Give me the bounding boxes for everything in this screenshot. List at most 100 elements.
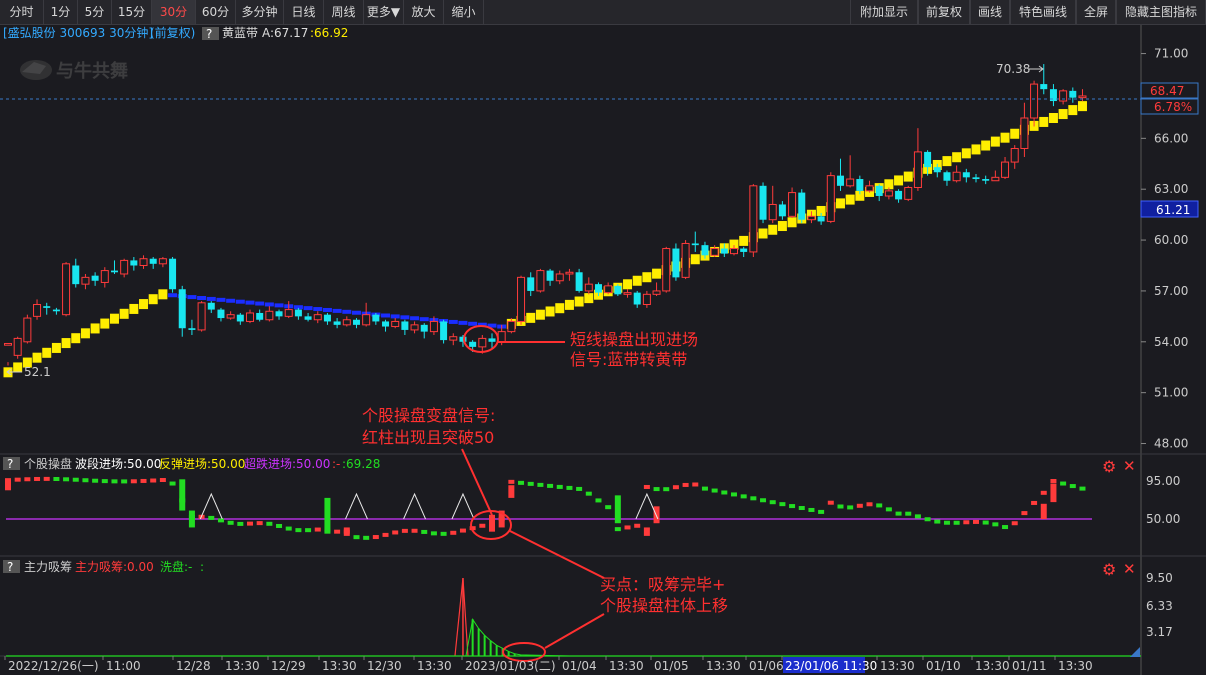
band-seg [61,338,71,349]
xtick-12: 13:30 [706,659,741,673]
band-seg [952,152,962,163]
toolbar-btn-4[interactable]: 30分 [152,0,196,24]
toolbar-right-btn-3[interactable]: 特色画线 [1010,0,1076,24]
candle-body [236,314,244,322]
osc-dot [605,505,612,510]
osc-dot [982,520,989,525]
osc-dot [779,502,786,507]
toolbar-btn-8[interactable]: 周线 [324,0,364,24]
osc-dot [256,521,263,526]
toolbar-btn-1[interactable]: 1分 [44,0,78,24]
candle-body [884,190,893,197]
osc-dot [856,503,863,508]
toolbar-btn-9[interactable]: 更多▼ [364,0,404,24]
osc-dot [769,500,776,505]
candle-body [158,258,167,265]
candle-body [642,293,651,305]
candle-body [555,273,564,282]
candle-body [178,289,186,329]
sub2-gear-icon[interactable]: ⚙ [1102,560,1116,579]
candle-body [440,321,448,341]
change-pct-tag: 6.78% [1154,100,1192,114]
osc-dot [140,478,147,483]
xtick-6: 12/30 [367,659,402,673]
sub1-ytick-50: 50.00 [1146,512,1180,526]
toolbar-btn-5[interactable]: 60分 [196,0,236,24]
osc-dot [943,520,950,525]
toolbar-right-btn-0[interactable]: 附加显示 [850,0,918,24]
osc-dot [818,509,825,514]
osc-dot [701,486,708,491]
toolbar-btn-3[interactable]: 15分 [112,0,152,24]
candle-body [730,248,738,255]
band-seg [410,316,420,321]
toolbar-right-btn-4[interactable]: 全屏 [1076,0,1116,24]
indicator-name: 黄蓝带 [222,26,258,40]
osc-dot [508,479,515,484]
osc-dot [740,494,747,499]
toolbar-btn-11[interactable]: 缩小 [444,0,484,24]
sub1-gear-icon[interactable]: ⚙ [1102,457,1116,476]
candle-body [120,259,129,275]
ytick-0: 71.00 [1154,47,1188,61]
band-seg [235,299,245,304]
toolbar-right-btn-2[interactable]: 画线 [970,0,1010,24]
sub2-close-icon[interactable]: ✕ [1123,560,1136,578]
xtick-9: 01/04 [562,659,597,673]
toolbar-btn-6[interactable]: 多分钟 [236,0,284,24]
osc-dot [750,496,757,501]
candle-body [652,290,661,295]
band-seg [129,303,139,314]
band-seg [303,306,313,311]
osc-dot [392,530,399,535]
sub2-help-icon[interactable]: ? [7,560,13,574]
candle-body [23,317,32,343]
osc-dot [895,511,902,516]
toolbar-btn-7[interactable]: 日线 [284,0,324,24]
sub1-help-icon[interactable]: ? [7,457,13,471]
xtick-19: 13:30 [1058,659,1093,673]
band-seg [90,323,100,334]
band-seg [787,217,797,228]
xtick-17: 13:30 [975,659,1010,673]
osc-dot [556,484,563,489]
osc-dot [82,478,89,483]
toolbar-btn-0[interactable]: 分时 [0,0,44,24]
band-seg [158,289,168,300]
toolbar-right-btn-1[interactable]: 前复权 [918,0,970,24]
toolbar-btn-10[interactable]: 放大 [404,0,444,24]
toolbar-right-btn-5[interactable]: 隐藏主图指标 [1116,0,1206,24]
candle-body [382,321,390,327]
sub1-close-icon[interactable]: ✕ [1123,457,1136,475]
candle-body [169,258,177,290]
xtick-15: 13:30 [880,659,915,673]
candle-body [604,285,613,294]
xtick-16: 01/10 [926,659,961,673]
osc-dot [1060,481,1067,486]
last-price-tag: 68.47 [1150,84,1184,98]
candle-body [875,185,883,196]
candle-body [13,337,22,356]
toolbar-btn-2[interactable]: 5分 [78,0,112,24]
candle-body [798,192,806,220]
sub1-oversold-entry: 超跌进场:50.00 [244,456,330,471]
band-seg [739,235,749,246]
candle-body [139,258,148,266]
candle-body [478,337,487,348]
xtick-4: 12/29 [271,659,306,673]
band-seg [526,312,536,323]
sub1-name: 个股操盘 [24,456,72,471]
osc-dot [837,504,844,509]
osc-dot [934,519,941,524]
candle-body [982,179,990,181]
ytick-7: 48.00 [1154,437,1188,451]
candle-body [662,248,671,292]
band-seg [313,307,323,312]
kline-chart: [盛弘股份 300693 30分钟] (前复权) ? 黄蓝带 A:67.17 :… [0,25,1206,675]
candle-body [1069,90,1077,98]
osc-dot [595,498,602,503]
osc-dot [130,479,137,484]
osc-bar [179,479,186,511]
osc-dot [353,535,360,540]
help-icon[interactable]: ? [206,27,212,41]
